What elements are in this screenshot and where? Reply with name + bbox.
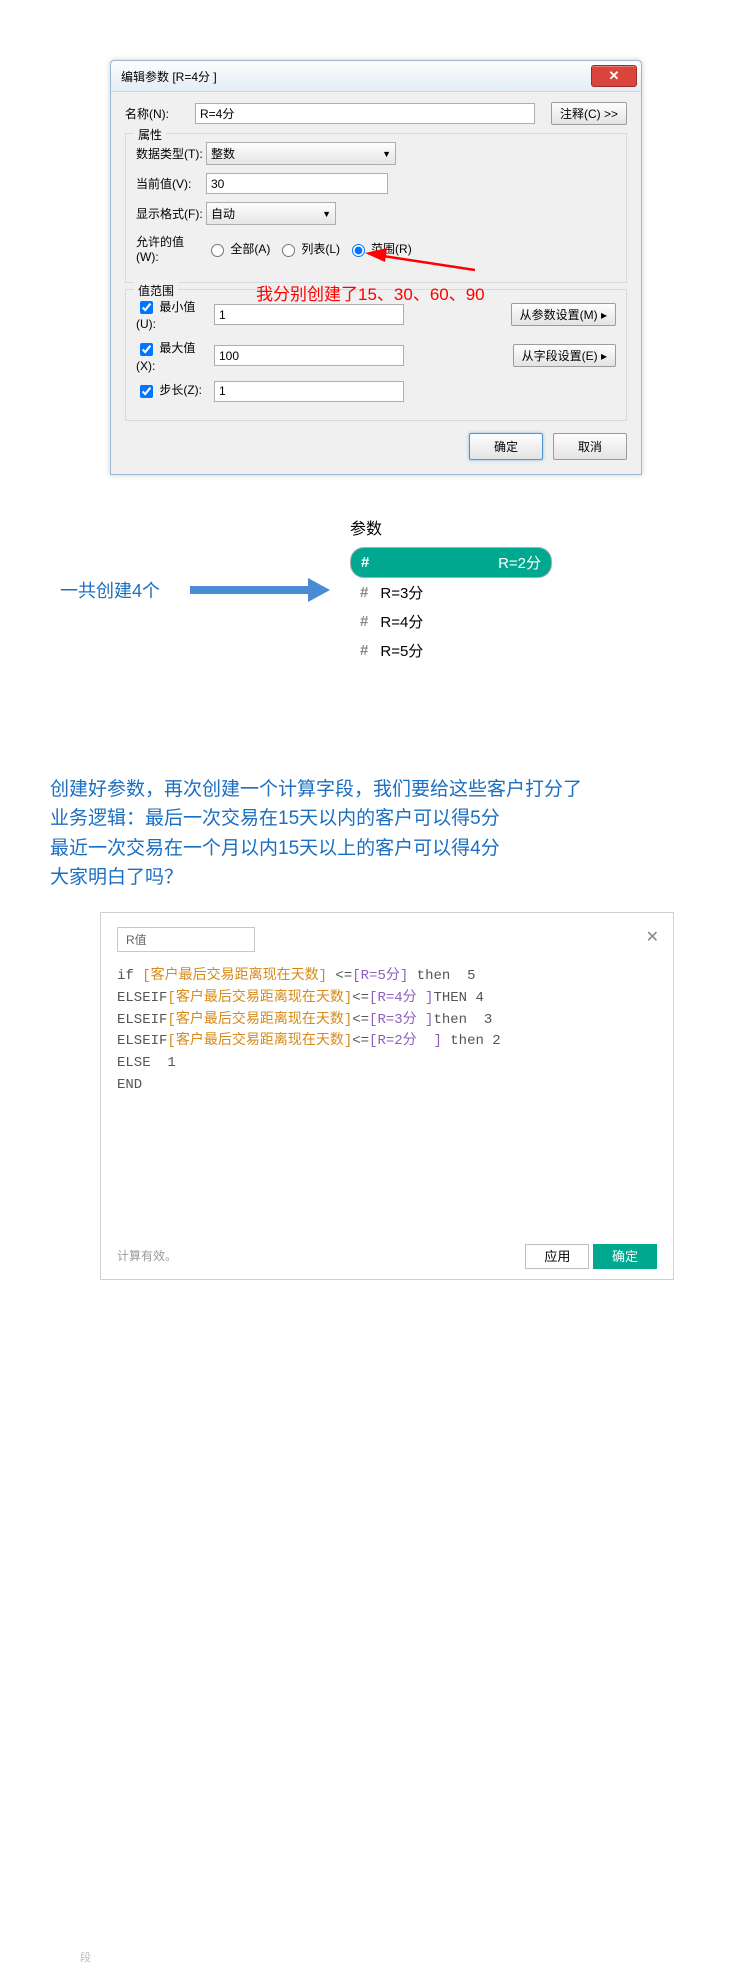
range-fieldset: 值范围 最小值(U): 从参数设置(M) ▸ 最大值(X): 从字段设置(E) …	[125, 289, 627, 421]
confirm-button[interactable]: 确定	[593, 1244, 657, 1269]
range-legend: 值范围	[134, 282, 178, 299]
datatype-label: 数据类型(T):	[136, 145, 206, 162]
validation-status: 计算有效。	[117, 1247, 177, 1264]
min-checkbox[interactable]: 最小值(U):	[136, 298, 214, 331]
step-input[interactable]	[214, 381, 404, 402]
red-arrow-icon	[365, 248, 475, 278]
calculation-editor: R值 ✕ if [客户最后交易距离现在天数] <=[R=5分] then 5 E…	[100, 912, 674, 1280]
hash-icon: #	[361, 554, 369, 571]
close-button[interactable]: ✕	[591, 65, 637, 87]
datatype-select[interactable]: 整数▼	[206, 142, 396, 165]
from-param-button[interactable]: 从参数设置(M) ▸	[511, 303, 616, 326]
cancel-button[interactable]: 取消	[553, 433, 627, 460]
format-select[interactable]: 自动▼	[206, 202, 336, 225]
max-checkbox[interactable]: 最大值(X):	[136, 339, 214, 372]
hash-icon: #	[360, 613, 368, 630]
calc-name-input[interactable]: R值	[117, 927, 255, 952]
chevron-down-icon: ▼	[382, 149, 391, 159]
param-item[interactable]: #R=5分	[350, 636, 630, 665]
radio-list[interactable]: 列表(L)	[277, 240, 340, 258]
allowed-label: 允许的值(W):	[136, 233, 206, 264]
red-annotation: 我分别创建了15、30、60、90	[256, 280, 485, 305]
created-count-label: 一共创建4个	[60, 577, 160, 603]
name-input[interactable]	[195, 103, 535, 124]
min-input[interactable]	[214, 304, 404, 325]
apply-button[interactable]: 应用	[525, 1244, 589, 1269]
formula-textarea[interactable]: if [客户最后交易距离现在天数] <=[R=5分] then 5 ELSEIF…	[117, 966, 657, 1206]
param-item[interactable]: #R=3分	[350, 578, 630, 607]
ok-button[interactable]: 确定	[469, 433, 543, 460]
step-checkbox[interactable]: 步长(Z):	[136, 381, 214, 400]
properties-legend: 属性	[134, 126, 166, 143]
close-icon[interactable]: ✕	[646, 927, 659, 947]
hash-icon: #	[360, 642, 368, 659]
name-label: 名称(N):	[125, 105, 195, 122]
parameters-panel: 参数 #R=2分 #R=3分 #R=4分 #R=5分	[350, 515, 630, 665]
dialog-titlebar[interactable]: 编辑参数 [R=4分 ] ✕	[111, 61, 641, 92]
margin-text: 段	[80, 1949, 91, 1965]
param-item[interactable]: #R=2分	[350, 547, 552, 578]
radio-all[interactable]: 全部(A)	[206, 240, 270, 258]
explanation-paragraph: 创建好参数，再次创建一个计算字段，我们要给这些客户打分了 业务逻辑：最后一次交易…	[50, 775, 701, 893]
param-item[interactable]: #R=4分	[350, 607, 630, 636]
max-input[interactable]	[214, 345, 404, 366]
current-value-label: 当前值(V):	[136, 175, 206, 192]
chevron-down-icon: ▼	[322, 209, 331, 219]
hash-icon: #	[360, 584, 368, 601]
dialog-title: 编辑参数 [R=4分 ]	[121, 68, 217, 85]
format-label: 显示格式(F):	[136, 205, 206, 222]
current-value-input[interactable]	[206, 173, 388, 194]
comment-button[interactable]: 注释(C) >>	[551, 102, 627, 125]
from-field-button[interactable]: 从字段设置(E) ▸	[513, 344, 616, 367]
blue-arrow-icon	[190, 578, 330, 602]
parameters-header: 参数	[350, 515, 630, 539]
